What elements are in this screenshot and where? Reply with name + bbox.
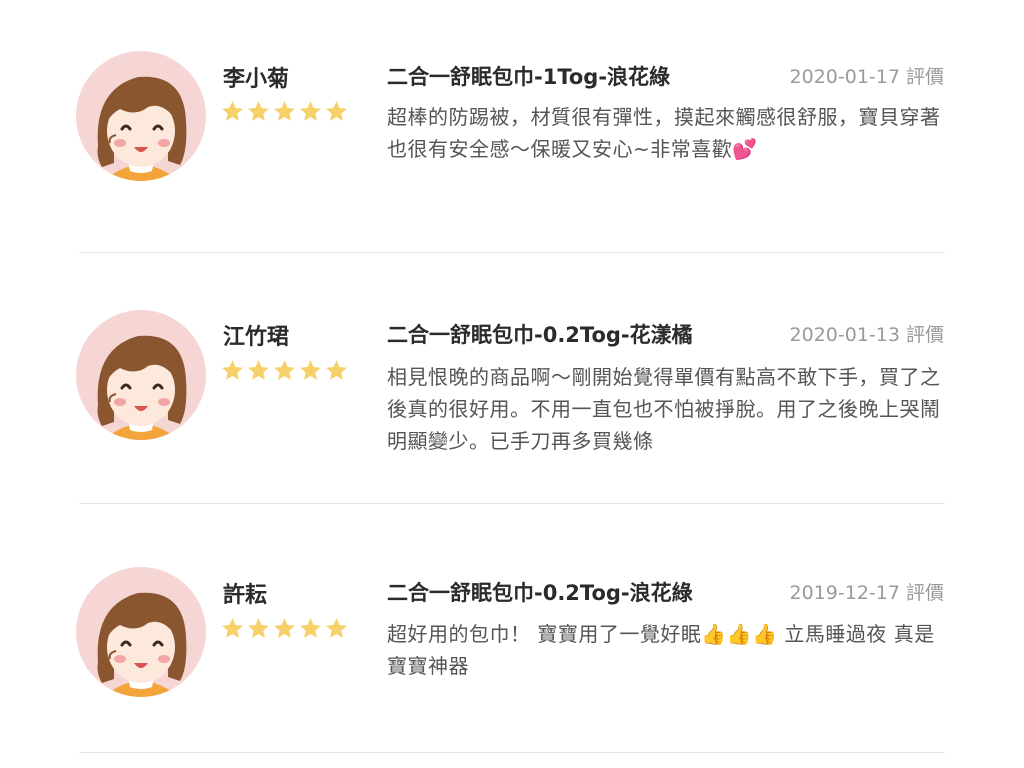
star-icon <box>300 618 321 638</box>
review-comment: 超好用的包巾！ 寶寶用了一覺好眠👍👍👍 立馬睡過夜 真是寶寶神器 <box>387 622 935 678</box>
star-icon <box>222 618 243 638</box>
review-comment: 超棒的防踢被，材質很有彈性，摸起來觸感很舒服，寶貝穿著也很有安全感～保暖又安心~… <box>387 105 941 161</box>
star-icon <box>248 360 269 380</box>
star-icon <box>326 618 347 638</box>
avatar <box>76 567 206 697</box>
star-icon <box>300 360 321 380</box>
star-icon <box>326 360 347 380</box>
reviewer-name: 許耘 <box>223 583 268 608</box>
reviewer-name: 李小菊 <box>223 67 290 92</box>
rating-stars <box>220 99 349 124</box>
avatar <box>76 310 206 440</box>
star-icon <box>222 360 243 380</box>
star-icon <box>274 101 295 121</box>
star-icon <box>274 360 295 380</box>
rating-stars <box>220 358 349 383</box>
divider <box>79 503 945 504</box>
star-icon <box>222 101 243 121</box>
avatar <box>76 51 206 181</box>
girl-avatar-icon <box>76 51 206 181</box>
divider <box>79 752 945 753</box>
rating-stars <box>220 616 349 641</box>
star-icon <box>274 618 295 638</box>
product-name[interactable]: 二合一舒眠包巾-1Tog-浪花綠 <box>387 61 670 91</box>
reviewer-name: 江竹珺 <box>223 325 290 350</box>
star-icon <box>248 618 269 638</box>
girl-avatar-icon <box>76 567 206 697</box>
product-name[interactable]: 二合一舒眠包巾-0.2Tog-花漾橘 <box>387 319 693 349</box>
review-list: 李小菊 二合一舒眠包巾-1Tog-浪花綠 2020-01-17 評價 超棒的防踢… <box>0 0 1024 768</box>
girl-avatar-icon <box>76 310 206 440</box>
review-date: 2020-01-13 評價 <box>789 324 944 346</box>
review-date: 2019-12-17 評價 <box>789 582 944 604</box>
product-name[interactable]: 二合一舒眠包巾-0.2Tog-浪花綠 <box>387 577 693 607</box>
review-comment: 相見恨晚的商品啊～剛開始覺得單價有點高不敢下手，買了之後真的很好用。不用一直包也… <box>387 365 941 453</box>
review-date: 2020-01-17 評價 <box>789 66 944 88</box>
divider <box>79 252 945 253</box>
star-icon <box>300 101 321 121</box>
star-icon <box>248 101 269 121</box>
star-icon <box>326 101 347 121</box>
